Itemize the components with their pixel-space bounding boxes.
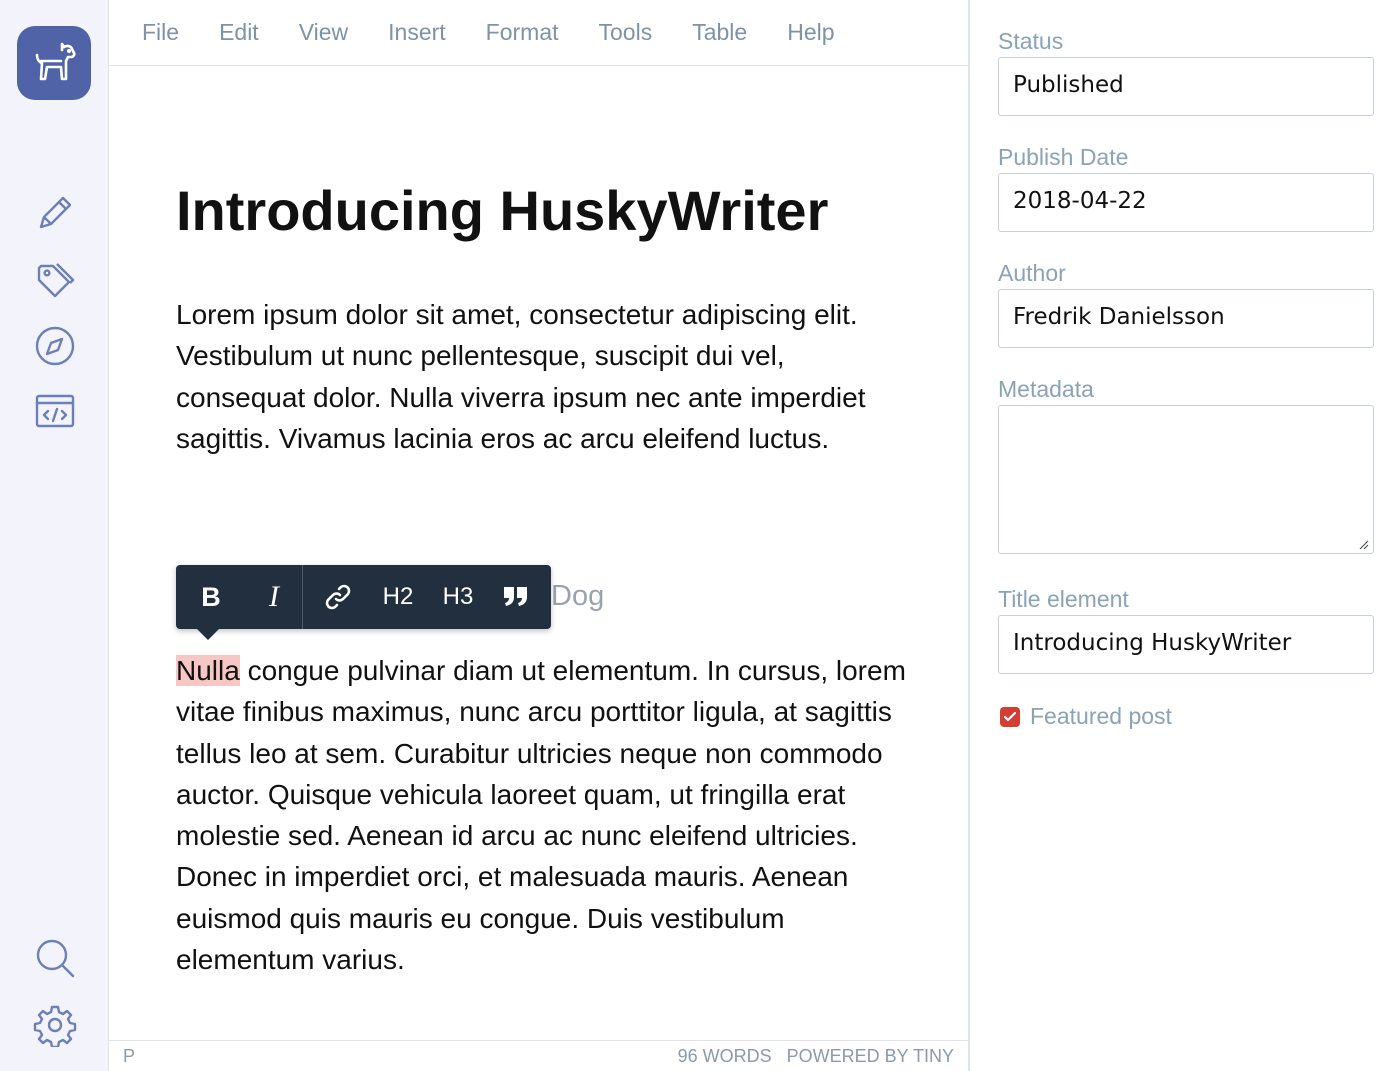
code-icon[interactable] — [27, 383, 83, 439]
paragraph-2-text: congue pulvinar diam ut elementum. In cu… — [176, 655, 906, 976]
resize-handle[interactable] — [1357, 538, 1369, 550]
element-path[interactable]: P — [123, 1046, 135, 1067]
editor: File Edit View Insert Format Tools Table… — [109, 0, 970, 1071]
gear-icon[interactable] — [27, 997, 83, 1053]
featured-post-row[interactable]: Featured post — [1000, 703, 1172, 730]
author-label: Author — [998, 260, 1066, 286]
menubar: File Edit View Insert Format Tools Table… — [109, 0, 968, 66]
status-label: Status — [998, 28, 1064, 54]
h3-button[interactable]: H3 — [423, 565, 493, 629]
title-element-label: Title element — [998, 586, 1129, 612]
menu-view[interactable]: View — [299, 19, 348, 46]
h2-button[interactable]: H2 — [373, 565, 423, 629]
search-icon[interactable] — [27, 930, 83, 986]
metadata-label: Metadata — [998, 376, 1094, 402]
title-element-field[interactable]: Introducing HuskyWriter — [998, 615, 1374, 674]
check-icon — [1003, 711, 1017, 721]
compass-icon[interactable] — [27, 318, 83, 374]
sidebar — [0, 0, 109, 1071]
author-field[interactable]: Fredrik Danielsson — [998, 289, 1374, 348]
publish-date-field[interactable]: 2018-04-22 — [998, 173, 1374, 232]
status-field[interactable]: Published — [998, 57, 1374, 116]
menu-help[interactable]: Help — [787, 19, 834, 46]
menu-format[interactable]: Format — [486, 19, 559, 46]
word-count[interactable]: 96 WORDS — [678, 1046, 772, 1066]
paragraph-2[interactable]: Nulla congue pulvinar diam ut elementum.… — [176, 650, 911, 980]
menu-edit[interactable]: Edit — [219, 19, 259, 46]
menu-tools[interactable]: Tools — [599, 19, 653, 46]
powered-by[interactable]: POWERED BY TINY — [787, 1046, 954, 1066]
paragraph-1[interactable]: Lorem ipsum dolor sit amet, consectetur … — [176, 294, 911, 459]
bold-button[interactable]: B — [176, 565, 246, 629]
featured-checkbox[interactable] — [1000, 706, 1020, 727]
menu-insert[interactable]: Insert — [388, 19, 446, 46]
featured-label[interactable]: Featured post — [1030, 703, 1172, 730]
menu-file[interactable]: File — [142, 19, 179, 46]
dog-logo-icon[interactable] — [17, 26, 91, 100]
document-title[interactable]: Introducing HuskyWriter — [176, 178, 828, 243]
selected-text[interactable]: Nulla — [176, 655, 240, 686]
publish-date-label: Publish Date — [998, 144, 1129, 170]
quick-toolbar: B I H2 H3 — [176, 565, 551, 640]
link-icon[interactable] — [303, 565, 373, 629]
heading-fragment[interactable]: Dog — [551, 580, 604, 613]
statusbar-right: 96 WORDS POWERED BY TINY — [678, 1046, 954, 1067]
statusbar: P 96 WORDS POWERED BY TINY — [109, 1040, 968, 1071]
quote-icon[interactable] — [493, 565, 539, 629]
italic-button[interactable]: I — [246, 565, 302, 629]
tag-icon[interactable] — [27, 252, 83, 308]
metadata-field[interactable] — [998, 405, 1374, 554]
pencil-icon[interactable] — [27, 185, 83, 241]
menu-table[interactable]: Table — [692, 19, 747, 46]
